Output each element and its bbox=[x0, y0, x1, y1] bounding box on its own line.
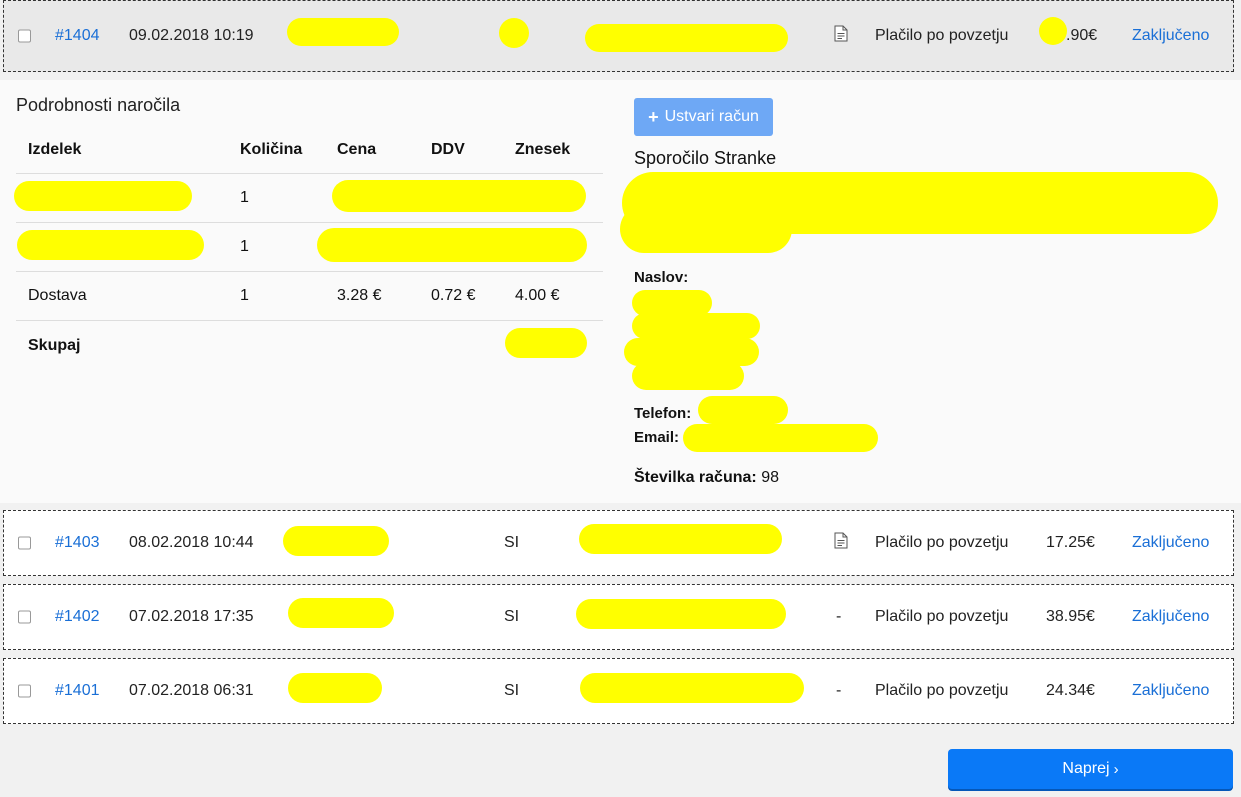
chevron-right-icon: › bbox=[1113, 760, 1119, 778]
column-header-price: Cena bbox=[337, 141, 377, 158]
order-details-panel bbox=[0, 80, 1241, 503]
order-checkbox[interactable] bbox=[18, 29, 31, 43]
payment-method: Plačilo po povzetju bbox=[875, 534, 1009, 551]
order-checkbox[interactable] bbox=[18, 684, 31, 698]
item-amount: 4.00 € bbox=[515, 287, 560, 304]
redacted-customer-email bbox=[585, 24, 788, 52]
order-total: 38.95€ bbox=[1046, 608, 1095, 625]
redacted-total-digit bbox=[1039, 17, 1067, 45]
order-datetime: 08.02.2018 10:44 bbox=[129, 534, 254, 551]
item-quantity: 1 bbox=[240, 189, 249, 206]
redacted-address-line bbox=[632, 313, 760, 339]
order-datetime: 07.02.2018 06:31 bbox=[129, 682, 254, 699]
redacted-email bbox=[683, 424, 878, 452]
order-total: .90€ bbox=[1066, 27, 1098, 44]
order-datetime: 07.02.2018 17:35 bbox=[129, 608, 254, 625]
table-divider bbox=[16, 271, 603, 272]
item-product: Dostava bbox=[28, 287, 87, 304]
redacted-total-amount bbox=[505, 328, 587, 358]
document-placeholder: - bbox=[836, 682, 842, 699]
next-page-button[interactable]: Naprej › bbox=[948, 749, 1233, 789]
next-page-label: Naprej bbox=[1062, 760, 1110, 777]
order-status-link[interactable]: Zaključeno bbox=[1132, 608, 1209, 626]
redacted-item-prices bbox=[317, 228, 587, 262]
column-header-quantity: Količina bbox=[240, 141, 303, 158]
redacted-customer-email bbox=[576, 599, 786, 629]
order-status-link[interactable]: Zaključeno bbox=[1132, 27, 1209, 45]
order-checkbox[interactable] bbox=[18, 610, 31, 624]
order-status-link[interactable]: Zaključeno bbox=[1132, 682, 1209, 700]
order-total: 17.25€ bbox=[1046, 534, 1095, 551]
table-divider bbox=[16, 222, 603, 223]
document-icon[interactable] bbox=[834, 532, 848, 554]
redacted-customer-email bbox=[580, 673, 804, 703]
order-row-1404[interactable]: #1404 09.02.2018 10:19 Plačilo po povzet… bbox=[3, 0, 1234, 72]
redacted-customer-name bbox=[288, 598, 394, 628]
order-country: SI bbox=[504, 608, 520, 625]
redacted-customer-name bbox=[283, 526, 389, 556]
redacted-item-prices bbox=[332, 180, 586, 212]
order-id-link[interactable]: #1403 bbox=[55, 534, 100, 552]
order-id-link[interactable]: #1401 bbox=[55, 682, 100, 700]
address-label: Naslov: bbox=[634, 269, 689, 286]
invoice-number-row: Številka računa: 98 bbox=[634, 469, 779, 487]
table-divider bbox=[16, 173, 603, 174]
email-label: Email: bbox=[634, 429, 680, 446]
create-invoice-button[interactable]: + Ustvari račun bbox=[634, 98, 773, 136]
order-id-link[interactable]: #1402 bbox=[55, 608, 100, 626]
column-header-vat: DDV bbox=[431, 141, 465, 158]
column-header-amount: Znesek bbox=[515, 141, 571, 158]
redacted-product-name bbox=[14, 181, 192, 211]
order-row-1401[interactable]: #1401 07.02.2018 06:31 SI - Plačilo po p… bbox=[3, 658, 1234, 724]
item-vat: 0.72 € bbox=[431, 287, 476, 304]
document-placeholder: - bbox=[836, 608, 842, 625]
redacted-customer-message bbox=[620, 205, 792, 253]
redacted-product-name bbox=[17, 230, 204, 260]
details-title: Podrobnosti naročila bbox=[16, 95, 181, 115]
order-country: SI bbox=[504, 682, 520, 699]
invoice-number-label: Številka računa: bbox=[634, 469, 757, 486]
order-total: 24.34€ bbox=[1046, 682, 1095, 699]
document-icon[interactable] bbox=[834, 25, 848, 47]
order-status-link[interactable]: Zaključeno bbox=[1132, 534, 1209, 552]
redacted-phone bbox=[698, 396, 788, 424]
redacted-address-line bbox=[632, 362, 744, 390]
table-divider bbox=[16, 320, 603, 321]
payment-method: Plačilo po povzetju bbox=[875, 682, 1009, 699]
order-row-1402[interactable]: #1402 07.02.2018 17:35 SI - Plačilo po p… bbox=[3, 584, 1234, 650]
redacted-customer-name bbox=[288, 673, 382, 703]
payment-method: Plačilo po povzetju bbox=[875, 608, 1009, 625]
order-checkbox[interactable] bbox=[18, 536, 31, 550]
order-id-link[interactable]: #1404 bbox=[55, 27, 100, 45]
order-row-1403[interactable]: #1403 08.02.2018 10:44 SI Plačilo po pov… bbox=[3, 510, 1234, 576]
item-quantity: 1 bbox=[240, 287, 249, 304]
item-quantity: 1 bbox=[240, 238, 249, 255]
order-country: SI bbox=[504, 534, 520, 551]
redacted-country bbox=[499, 18, 529, 48]
item-price: 3.28 € bbox=[337, 287, 382, 304]
phone-label: Telefon: bbox=[634, 405, 692, 422]
customer-message-title: Sporočilo Stranke bbox=[634, 148, 777, 168]
total-label: Skupaj bbox=[28, 337, 81, 354]
order-datetime: 09.02.2018 10:19 bbox=[129, 27, 254, 44]
plus-icon: + bbox=[648, 107, 659, 127]
redacted-customer-email bbox=[579, 524, 782, 554]
invoice-number-value: 98 bbox=[761, 469, 779, 486]
payment-method: Plačilo po povzetju bbox=[875, 27, 1009, 44]
redacted-customer-name bbox=[287, 18, 399, 46]
create-invoice-label: Ustvari račun bbox=[664, 108, 759, 125]
column-header-product: Izdelek bbox=[28, 141, 82, 158]
